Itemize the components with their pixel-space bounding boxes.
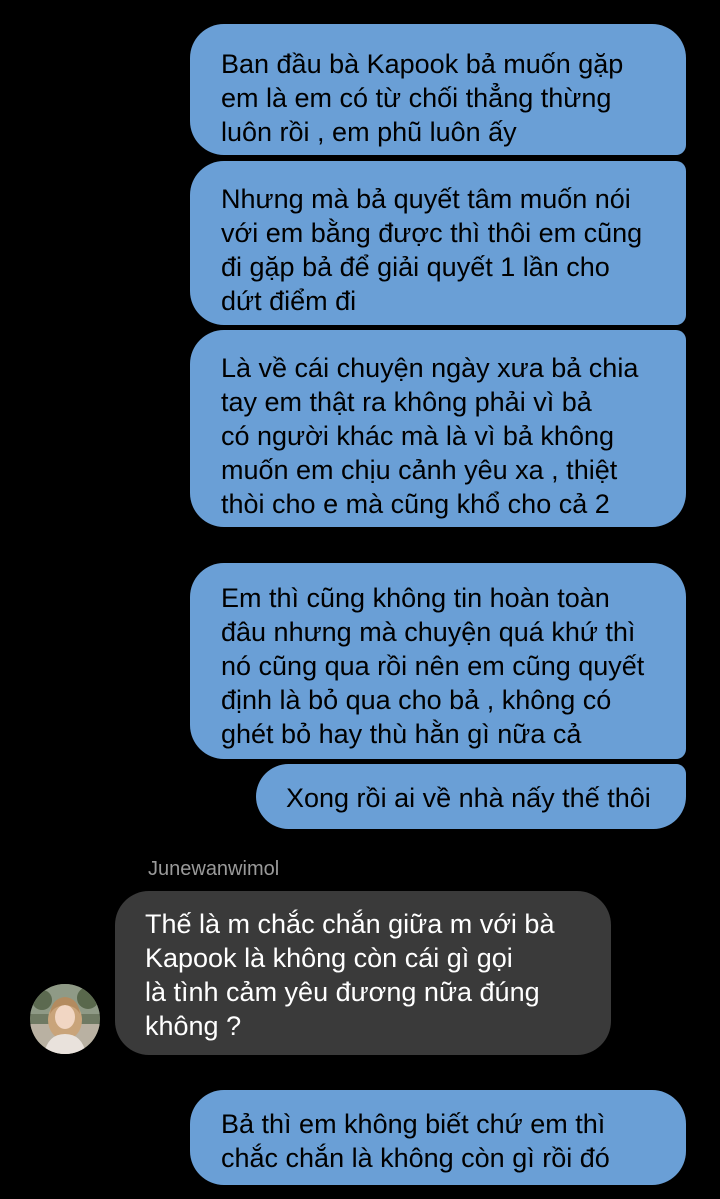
profile-photo-avatar-icon[interactable] <box>30 984 100 1054</box>
sender-name: Junewanwimol <box>148 858 280 880</box>
outgoing-message-bubble[interactable]: Ban đầu bà Kapook bả muốn gặp em là em c… <box>190 24 686 155</box>
outgoing-message-bubble[interactable]: Bả thì em không biết chứ em thì chắc chắ… <box>190 1090 686 1185</box>
incoming-message-bubble[interactable]: Thế là m chắc chắn giữa m với bà Kapook … <box>115 891 611 1055</box>
outgoing-message-bubble[interactable]: Nhưng mà bả quyết tâm muốn nói với em bằ… <box>190 161 686 325</box>
outgoing-message-bubble[interactable]: Xong rồi ai về nhà nấy thế thôi <box>256 764 686 829</box>
outgoing-message-bubble[interactable]: Là về cái chuyện ngày xưa bả chia tay em… <box>190 330 686 527</box>
outgoing-message-bubble[interactable]: Em thì cũng không tin hoàn toàn đâu nhưn… <box>190 563 686 759</box>
avatar-image <box>30 984 100 1054</box>
